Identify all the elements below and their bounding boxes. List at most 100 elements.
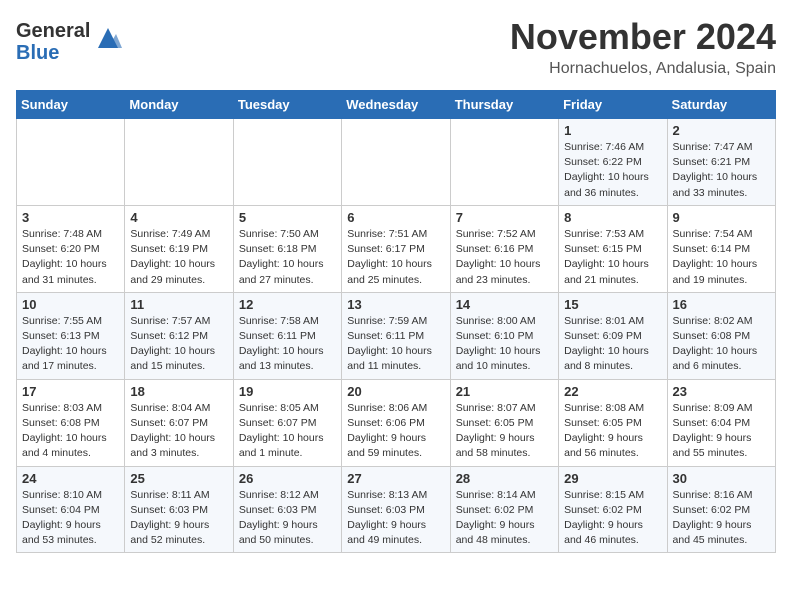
day-cell (233, 119, 341, 206)
day-info: Sunrise: 8:08 AM Sunset: 6:05 PM Dayligh… (564, 401, 661, 462)
day-cell: 3Sunrise: 7:48 AM Sunset: 6:20 PM Daylig… (17, 205, 125, 292)
day-number: 30 (673, 471, 770, 486)
day-info: Sunrise: 7:54 AM Sunset: 6:14 PM Dayligh… (673, 227, 770, 288)
day-number: 6 (347, 210, 444, 225)
day-info: Sunrise: 7:49 AM Sunset: 6:19 PM Dayligh… (130, 227, 227, 288)
day-info: Sunrise: 7:55 AM Sunset: 6:13 PM Dayligh… (22, 314, 119, 375)
day-info: Sunrise: 7:50 AM Sunset: 6:18 PM Dayligh… (239, 227, 336, 288)
day-cell: 17 Sunrise: 8:03 AM Sunset: 6:08 PM Dayli… (17, 379, 125, 466)
day-cell: 26 Sunrise: 8:12 AM Sunset: 6:03 PM Dayli… (233, 466, 341, 553)
day-cell: 16 Sunrise: 8:02 AM Sunset: 6:08 PM Dayli… (667, 292, 775, 379)
day-info: Sunrise: 7:47 AM Sunset: 6:21 PM Dayligh… (673, 140, 770, 201)
day-cell: 20Sunrise: 8:06 AM Sunset: 6:06 PM Dayli… (342, 379, 450, 466)
day-info: Sunrise: 8:00 AM Sunset: 6:10 PM Dayligh… (456, 314, 553, 375)
day-info: Sunrise: 8:11 AM Sunset: 6:03 PM Dayligh… (130, 488, 227, 549)
day-number: 14 (456, 297, 553, 312)
day-cell: 14 Sunrise: 8:00 AM Sunset: 6:10 PM Dayli… (450, 292, 558, 379)
day-cell: 9 Sunrise: 7:54 AM Sunset: 6:14 PM Daylig… (667, 205, 775, 292)
day-info: Sunrise: 8:09 AM Sunset: 6:04 PM Dayligh… (673, 401, 770, 462)
day-info: Sunrise: 8:02 AM Sunset: 6:08 PM Dayligh… (673, 314, 770, 375)
day-cell: 25 Sunrise: 8:11 AM Sunset: 6:03 PM Dayli… (125, 466, 233, 553)
header-cell-monday: Monday (125, 91, 233, 119)
day-cell: 10 Sunrise: 7:55 AM Sunset: 6:13 PM Dayli… (17, 292, 125, 379)
day-cell: 30 Sunrise: 8:16 AM Sunset: 6:02 PM Dayli… (667, 466, 775, 553)
day-cell: 27Sunrise: 8:13 AM Sunset: 6:03 PM Dayli… (342, 466, 450, 553)
logo-icon (94, 24, 122, 52)
day-info: Sunrise: 8:07 AM Sunset: 6:05 PM Dayligh… (456, 401, 553, 462)
header-cell-friday: Friday (559, 91, 667, 119)
day-number: 26 (239, 471, 336, 486)
day-info: Sunrise: 8:04 AM Sunset: 6:07 PM Dayligh… (130, 401, 227, 462)
day-cell: 2 Sunrise: 7:47 AM Sunset: 6:21 PM Daylig… (667, 119, 775, 206)
title-area: November 2024 Hornachuelos, Andalusia, S… (510, 16, 776, 78)
day-cell: 8 Sunrise: 7:53 AM Sunset: 6:15 PM Daylig… (559, 205, 667, 292)
day-info: Sunrise: 7:51 AM Sunset: 6:17 PM Dayligh… (347, 227, 444, 288)
header-cell-thursday: Thursday (450, 91, 558, 119)
day-number: 24 (22, 471, 119, 486)
day-cell: 22Sunrise: 8:08 AM Sunset: 6:05 PM Dayli… (559, 379, 667, 466)
day-info: Sunrise: 8:10 AM Sunset: 6:04 PM Dayligh… (22, 488, 119, 549)
day-info: Sunrise: 8:01 AM Sunset: 6:09 PM Dayligh… (564, 314, 661, 375)
day-number: 18 (130, 384, 227, 399)
day-cell: 7 Sunrise: 7:52 AM Sunset: 6:16 PM Daylig… (450, 205, 558, 292)
day-number: 10 (22, 297, 119, 312)
location-title: Hornachuelos, Andalusia, Spain (510, 60, 776, 78)
day-cell: 21Sunrise: 8:07 AM Sunset: 6:05 PM Dayli… (450, 379, 558, 466)
day-number: 9 (673, 210, 770, 225)
day-info: Sunrise: 8:16 AM Sunset: 6:02 PM Dayligh… (673, 488, 770, 549)
header-row: SundayMondayTuesdayWednesdayThursdayFrid… (17, 91, 776, 119)
day-info: Sunrise: 7:53 AM Sunset: 6:15 PM Dayligh… (564, 227, 661, 288)
day-number: 11 (130, 297, 227, 312)
week-row-2: 3Sunrise: 7:48 AM Sunset: 6:20 PM Daylig… (17, 205, 776, 292)
day-info: Sunrise: 8:13 AM Sunset: 6:03 PM Dayligh… (347, 488, 444, 549)
day-number: 15 (564, 297, 661, 312)
day-cell (17, 119, 125, 206)
day-number: 23 (673, 384, 770, 399)
day-number: 5 (239, 210, 336, 225)
day-cell (125, 119, 233, 206)
day-number: 29 (564, 471, 661, 486)
day-number: 12 (239, 297, 336, 312)
day-cell: 23 Sunrise: 8:09 AM Sunset: 6:04 PM Dayli… (667, 379, 775, 466)
header-cell-saturday: Saturday (667, 91, 775, 119)
day-number: 28 (456, 471, 553, 486)
day-info: Sunrise: 7:46 AM Sunset: 6:22 PM Dayligh… (564, 140, 661, 201)
header-cell-tuesday: Tuesday (233, 91, 341, 119)
logo-general: General (16, 20, 90, 42)
day-info: Sunrise: 7:57 AM Sunset: 6:12 PM Dayligh… (130, 314, 227, 375)
day-number: 16 (673, 297, 770, 312)
day-number: 2 (673, 123, 770, 138)
day-number: 8 (564, 210, 661, 225)
day-number: 20 (347, 384, 444, 399)
day-cell: 29Sunrise: 8:15 AM Sunset: 6:02 PM Dayli… (559, 466, 667, 553)
day-cell: 11 Sunrise: 7:57 AM Sunset: 6:12 PM Dayli… (125, 292, 233, 379)
day-number: 4 (130, 210, 227, 225)
day-cell: 15 Sunrise: 8:01 AM Sunset: 6:09 PM Dayli… (559, 292, 667, 379)
day-cell: 19 Sunrise: 8:05 AM Sunset: 6:07 PM Dayli… (233, 379, 341, 466)
day-number: 13 (347, 297, 444, 312)
day-info: Sunrise: 8:05 AM Sunset: 6:07 PM Dayligh… (239, 401, 336, 462)
day-number: 7 (456, 210, 553, 225)
day-number: 3 (22, 210, 119, 225)
day-number: 17 (22, 384, 119, 399)
day-number: 25 (130, 471, 227, 486)
day-cell: 28 Sunrise: 8:14 AM Sunset: 6:02 PM Dayli… (450, 466, 558, 553)
week-row-1: 1 Sunrise: 7:46 AM Sunset: 6:22 PM Daylig… (17, 119, 776, 206)
header-cell-wednesday: Wednesday (342, 91, 450, 119)
month-title: November 2024 (510, 16, 776, 58)
day-info: Sunrise: 8:12 AM Sunset: 6:03 PM Dayligh… (239, 488, 336, 549)
header-cell-sunday: Sunday (17, 91, 125, 119)
day-info: Sunrise: 8:14 AM Sunset: 6:02 PM Dayligh… (456, 488, 553, 549)
week-row-3: 10 Sunrise: 7:55 AM Sunset: 6:13 PM Dayli… (17, 292, 776, 379)
day-number: 19 (239, 384, 336, 399)
logo-blue: Blue (16, 42, 90, 64)
day-info: Sunrise: 8:03 AM Sunset: 6:08 PM Dayligh… (22, 401, 119, 462)
day-cell (342, 119, 450, 206)
day-cell: 13 Sunrise: 7:59 AM Sunset: 6:11 PM Dayli… (342, 292, 450, 379)
header: General Blue November 2024 Hornachuelos,… (16, 16, 776, 78)
logo: General Blue (16, 20, 122, 64)
day-cell: 12Sunrise: 7:58 AM Sunset: 6:11 PM Dayli… (233, 292, 341, 379)
day-info: Sunrise: 7:59 AM Sunset: 6:11 PM Dayligh… (347, 314, 444, 375)
day-number: 1 (564, 123, 661, 138)
day-info: Sunrise: 7:52 AM Sunset: 6:16 PM Dayligh… (456, 227, 553, 288)
